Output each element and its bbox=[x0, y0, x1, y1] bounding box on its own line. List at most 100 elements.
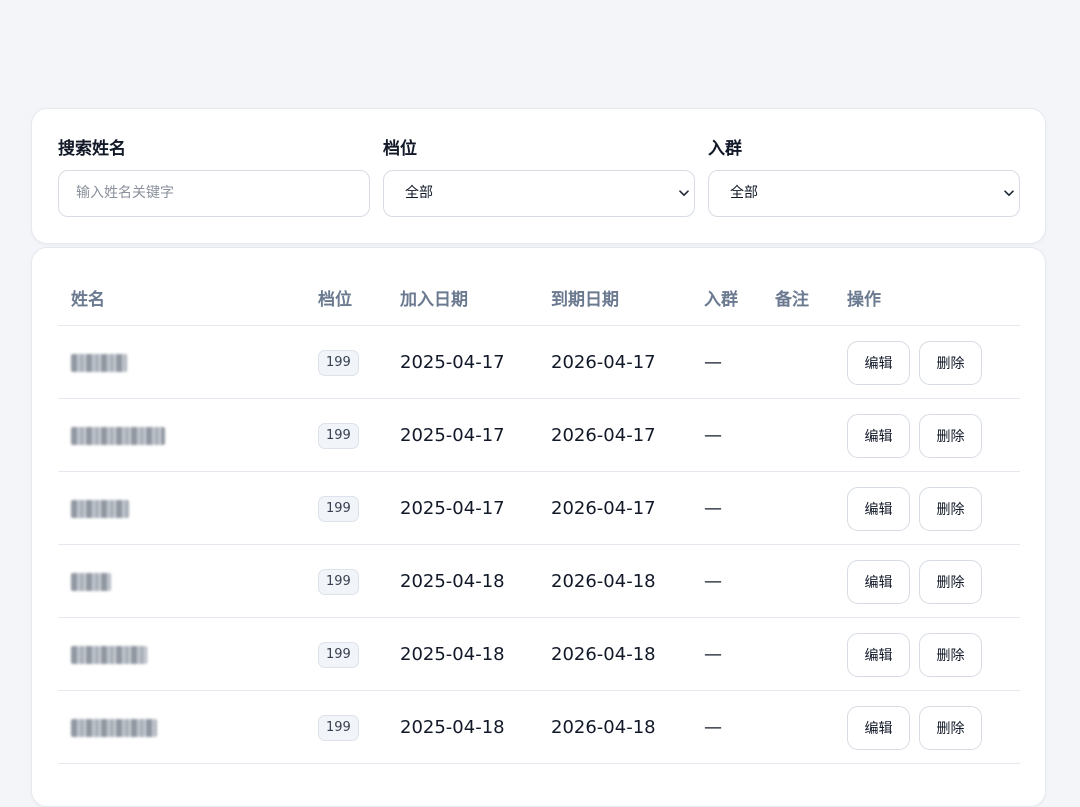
group-status: — bbox=[704, 498, 722, 519]
group-cell: — bbox=[704, 691, 722, 764]
redacted-name bbox=[71, 572, 111, 591]
group-cell: — bbox=[704, 472, 722, 545]
redacted-name bbox=[71, 645, 147, 664]
expire-date: 2026-04-18 bbox=[551, 717, 656, 738]
chevron-down-icon bbox=[678, 171, 690, 216]
name-cell bbox=[71, 326, 127, 399]
join-date-cell: 2025-04-17 bbox=[400, 326, 505, 399]
group-cell: — bbox=[704, 399, 722, 472]
name-cell bbox=[71, 691, 157, 764]
edit-button[interactable]: 编辑 bbox=[847, 632, 910, 677]
tier-badge: 199 bbox=[318, 714, 359, 741]
tier-badge: 199 bbox=[318, 422, 359, 449]
expire-date: 2026-04-17 bbox=[551, 498, 656, 519]
edit-button[interactable]: 编辑 bbox=[847, 413, 910, 458]
table-body: 199 2025-04-17 2026-04-17— 编辑 删除 199 2025-04-1… bbox=[58, 326, 1020, 764]
group-label: 入群 bbox=[708, 139, 742, 159]
header-name: 姓名 bbox=[71, 290, 105, 310]
chevron-down-icon bbox=[1003, 171, 1015, 216]
group-select[interactable]: 全部 bbox=[708, 170, 1020, 217]
tier-cell: 199 bbox=[318, 399, 359, 472]
tier-cell: 199 bbox=[318, 691, 359, 764]
group-cell: — bbox=[704, 326, 722, 399]
redacted-name bbox=[71, 426, 165, 445]
join-date: 2025-04-17 bbox=[400, 352, 505, 373]
join-date: 2025-04-17 bbox=[400, 425, 505, 446]
group-cell: — bbox=[704, 618, 722, 691]
edit-button[interactable]: 编辑 bbox=[847, 559, 910, 604]
tier-cell: 199 bbox=[318, 326, 359, 399]
expire-date-cell: 2026-04-17 bbox=[551, 326, 656, 399]
actions-cell: 编辑 删除 bbox=[847, 545, 991, 618]
actions-cell: 编辑 删除 bbox=[847, 399, 991, 472]
join-date: 2025-04-18 bbox=[400, 571, 505, 592]
join-date-cell: 2025-04-18 bbox=[400, 545, 505, 618]
group-status: — bbox=[704, 571, 722, 592]
search-input[interactable]: 输入姓名关键字 bbox=[58, 170, 370, 217]
delete-button[interactable]: 删除 bbox=[919, 413, 982, 458]
redacted-name bbox=[71, 499, 129, 518]
group-status: — bbox=[704, 717, 722, 738]
join-date: 2025-04-18 bbox=[400, 717, 505, 738]
tier-cell: 199 bbox=[318, 618, 359, 691]
group-cell: — bbox=[704, 545, 722, 618]
tier-field: 档位 全部 bbox=[383, 137, 695, 217]
header-tier: 档位 bbox=[318, 290, 352, 310]
join-date-cell: 2025-04-18 bbox=[400, 618, 505, 691]
actions-cell: 编辑 删除 bbox=[847, 472, 991, 545]
header-actions: 操作 bbox=[847, 290, 881, 310]
expire-date-cell: 2026-04-18 bbox=[551, 618, 656, 691]
expire-date: 2026-04-17 bbox=[551, 425, 656, 446]
filter-panel: 搜索姓名 输入姓名关键字 档位 全部 入群 全部 bbox=[31, 108, 1046, 244]
delete-button[interactable]: 删除 bbox=[919, 340, 982, 385]
name-cell bbox=[71, 545, 111, 618]
expire-date-cell: 2026-04-17 bbox=[551, 399, 656, 472]
tier-label: 档位 bbox=[383, 139, 417, 159]
expire-date-cell: 2026-04-18 bbox=[551, 545, 656, 618]
tier-badge: 199 bbox=[318, 641, 359, 668]
join-date-cell: 2025-04-17 bbox=[400, 399, 505, 472]
tier-select-value: 全部 bbox=[405, 185, 433, 201]
header-join-date: 加入日期 bbox=[400, 290, 468, 310]
table-row: 199 2025-04-18 2026-04-18 — 编辑 删除 bbox=[58, 691, 1020, 764]
group-status: — bbox=[704, 352, 722, 373]
search-label: 搜索姓名 bbox=[58, 139, 126, 159]
delete-button[interactable]: 删除 bbox=[919, 559, 982, 604]
tier-badge: 199 bbox=[318, 349, 359, 376]
join-date-cell: 2025-04-18 bbox=[400, 691, 505, 764]
members-table-card: 姓名 档位 加入日期 到期日期 入群 备注 操作 199 2025-04-17 20… bbox=[31, 247, 1046, 807]
delete-button[interactable]: 删除 bbox=[919, 486, 982, 531]
actions-cell: 编辑 删除 bbox=[847, 326, 991, 399]
header-note: 备注 bbox=[775, 290, 809, 310]
delete-button[interactable]: 删除 bbox=[919, 632, 982, 677]
header-group: 入群 bbox=[704, 290, 738, 310]
expire-date: 2026-04-18 bbox=[551, 644, 656, 665]
actions-cell: 编辑 删除 bbox=[847, 618, 991, 691]
delete-button[interactable]: 删除 bbox=[919, 705, 982, 750]
redacted-name bbox=[71, 718, 157, 737]
name-cell bbox=[71, 399, 165, 472]
edit-button[interactable]: 编辑 bbox=[847, 340, 910, 385]
table-row: 199 2025-04-18 2026-04-18 — 编辑 删除 bbox=[58, 545, 1020, 618]
table-row: 199 2025-04-17 2026-04-17 — 编辑 删除 bbox=[58, 472, 1020, 545]
group-status: — bbox=[704, 644, 722, 665]
edit-button[interactable]: 编辑 bbox=[847, 486, 910, 531]
tier-select[interactable]: 全部 bbox=[383, 170, 695, 217]
table-row: 199 2025-04-17 2026-04-17 — 编辑 删除 bbox=[58, 399, 1020, 472]
table-row: 199 2025-04-18 2026-04-18 — 编辑 删除 bbox=[58, 618, 1020, 691]
tier-badge: 199 bbox=[318, 568, 359, 595]
search-placeholder: 输入姓名关键字 bbox=[76, 185, 174, 201]
group-select-value: 全部 bbox=[730, 185, 758, 201]
actions-cell: 编辑 删除 bbox=[847, 691, 991, 764]
redacted-name bbox=[71, 353, 127, 372]
table-row: 199 2025-04-17 2026-04-17 — 编辑 删除 bbox=[58, 326, 1020, 399]
name-cell bbox=[71, 472, 129, 545]
header-expire-date: 到期日期 bbox=[551, 290, 619, 310]
tier-badge: 199 bbox=[318, 495, 359, 522]
edit-button[interactable]: 编辑 bbox=[847, 705, 910, 750]
search-field: 搜索姓名 输入姓名关键字 bbox=[58, 137, 370, 217]
join-date-cell: 2025-04-17 bbox=[400, 472, 505, 545]
tier-cell: 199 bbox=[318, 545, 359, 618]
group-field: 入群 全部 bbox=[708, 137, 1020, 217]
expire-date: 2026-04-18 bbox=[551, 571, 656, 592]
